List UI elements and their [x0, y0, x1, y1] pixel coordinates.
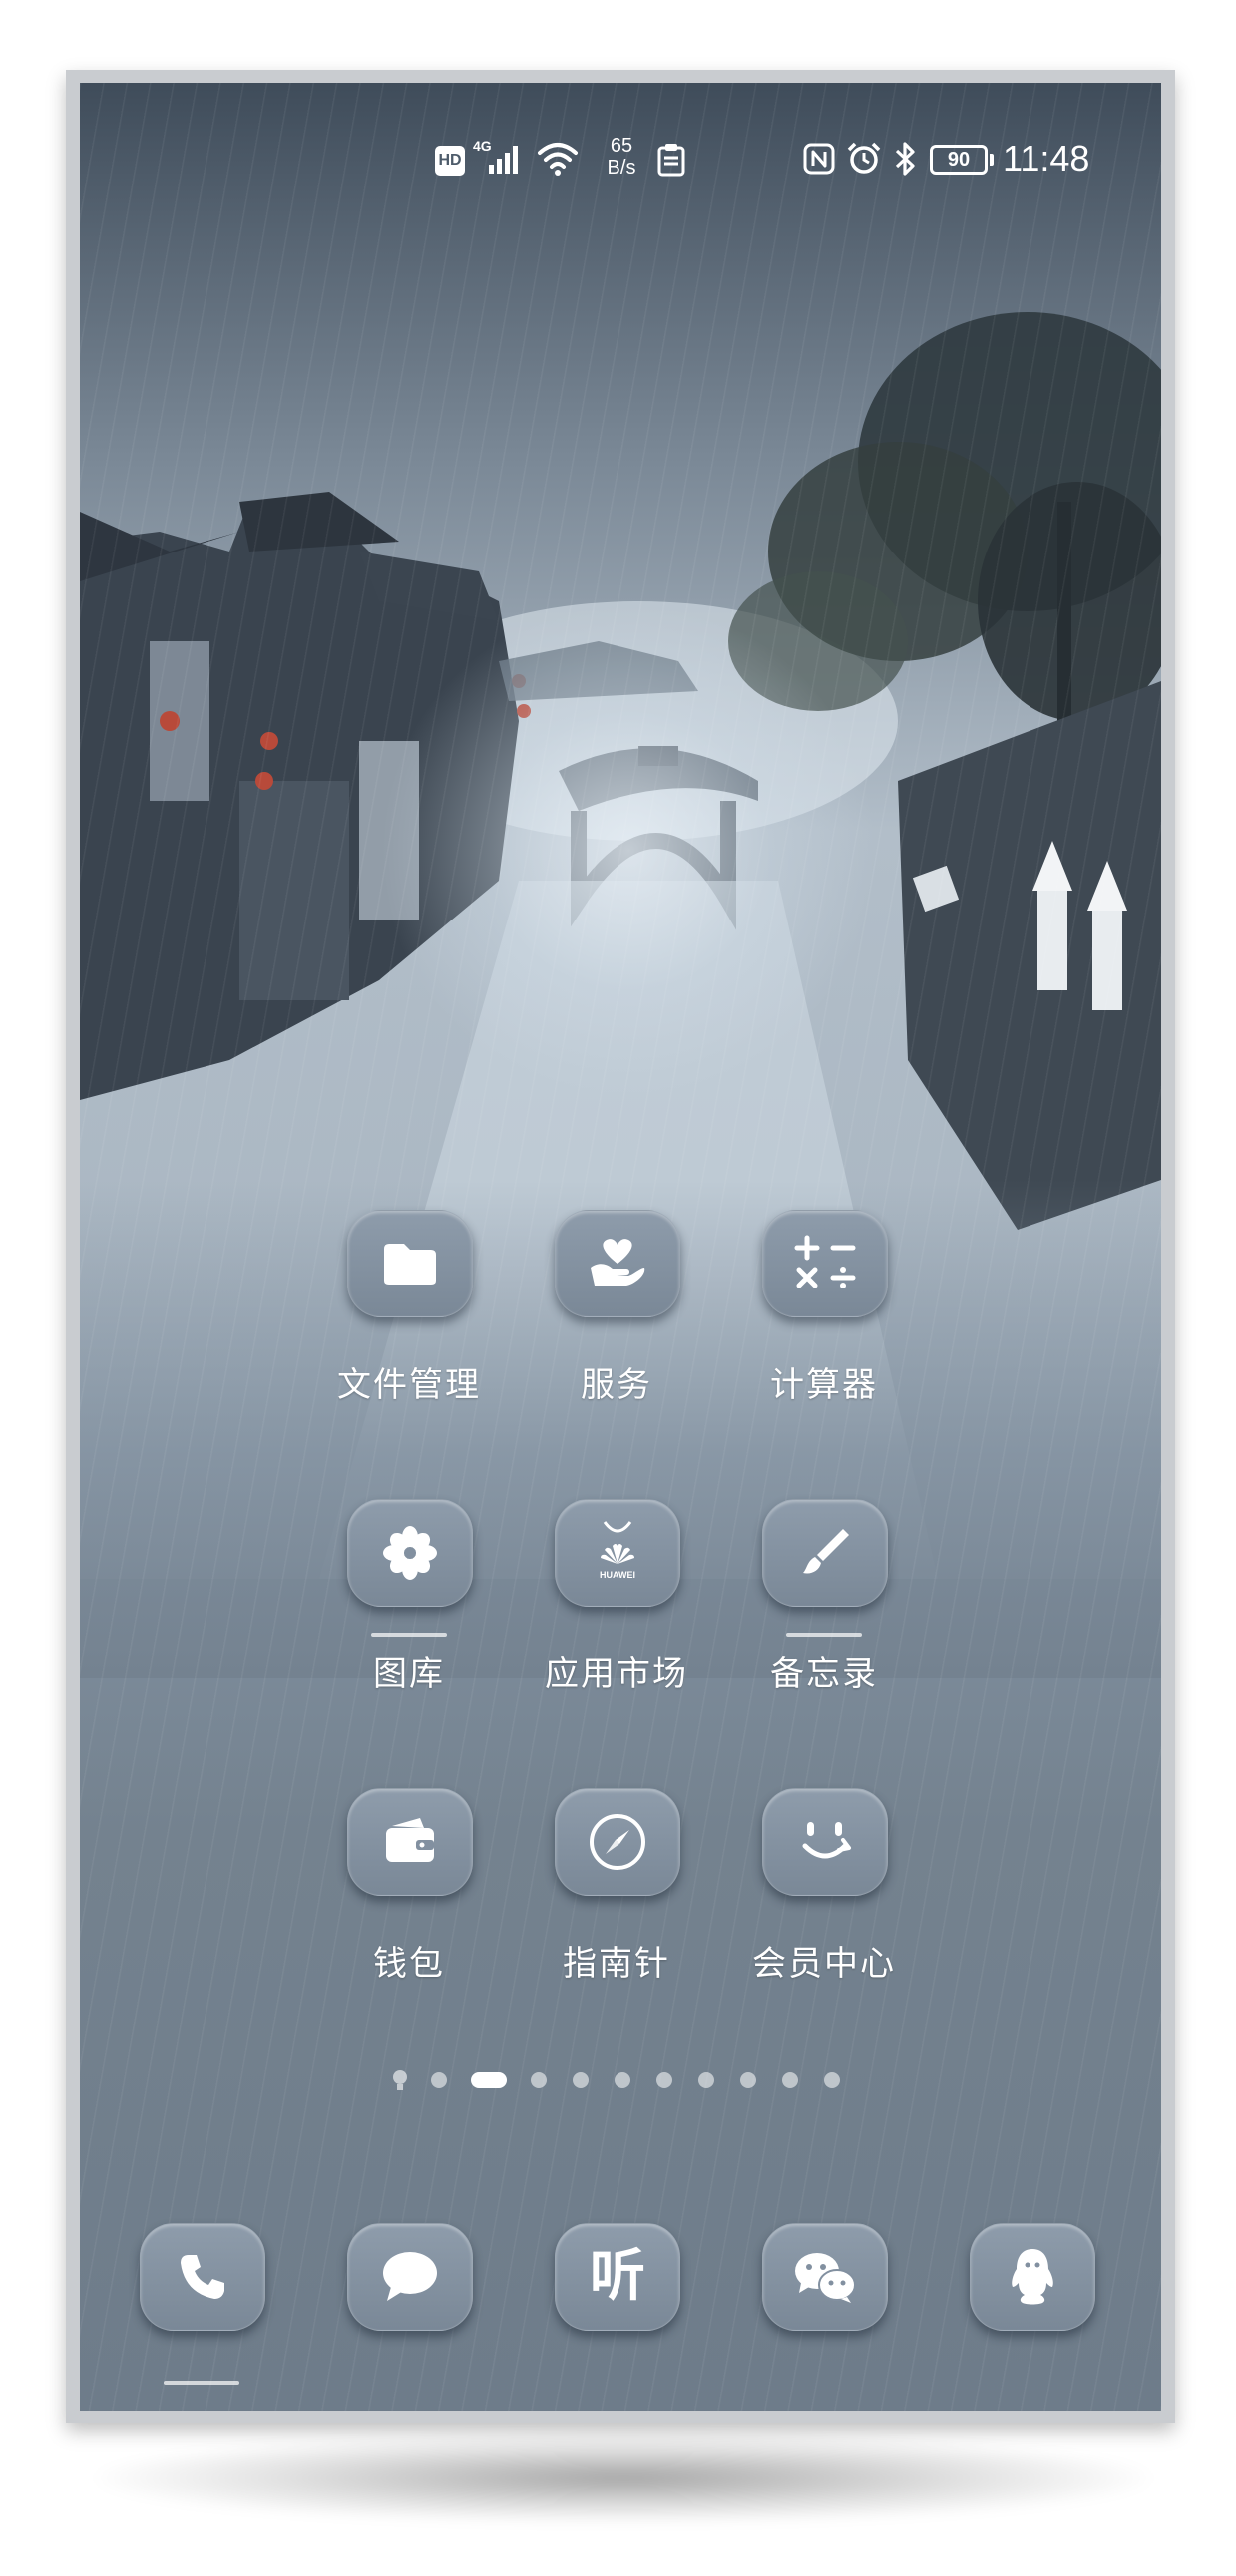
dock-phone-underline — [164, 2381, 239, 2385]
page-dot-active[interactable] — [471, 2072, 507, 2088]
app-file-manager-tile[interactable] — [347, 1210, 473, 1317]
qq-penguin-icon — [1012, 2249, 1053, 2305]
app-appgallery-tile[interactable]: HUAWEI — [555, 1499, 680, 1607]
app-label: 会员中心 — [752, 1944, 896, 1984]
dock-messages-tile[interactable] — [347, 2223, 473, 2331]
app-file-manager[interactable]: 文件管理 — [309, 1210, 509, 1439]
app-member-center-tile[interactable] — [762, 1788, 888, 1896]
page-dot[interactable] — [431, 2072, 447, 2088]
page-dot[interactable] — [740, 2072, 756, 2088]
page-dot[interactable] — [531, 2072, 547, 2088]
app-label: 钱包 — [373, 1944, 445, 1984]
heart-hand-icon — [591, 1239, 645, 1286]
dock-wechat-tile[interactable] — [762, 2223, 888, 2331]
status-bar: HD 4G 65 B/s 90 11:48 — [80, 83, 1161, 192]
dock-listen-tile[interactable]: 听 — [555, 2223, 680, 2331]
folder-icon — [384, 1244, 436, 1285]
hd-icon: HD — [435, 146, 465, 176]
dock-messages[interactable] — [347, 2223, 473, 2331]
frame-shadow — [95, 2433, 1152, 2523]
app-label: 计算器 — [770, 1365, 878, 1405]
flower-icon — [383, 1526, 437, 1580]
nfc-icon — [803, 143, 835, 175]
new-badge-bar — [786, 1633, 862, 1637]
app-calculator-tile[interactable] — [762, 1210, 888, 1317]
app-label: 应用市场 — [545, 1655, 688, 1694]
dock-phone-tile[interactable] — [140, 2223, 265, 2331]
app-service-tile[interactable] — [555, 1210, 680, 1317]
dock-phone[interactable] — [140, 2223, 265, 2331]
app-gallery[interactable]: 图库 — [309, 1499, 509, 1728]
page-indicator[interactable] — [80, 2066, 1161, 2096]
clock-time: 11:48 — [1003, 138, 1090, 179]
dock-qq[interactable] — [970, 2223, 1095, 2331]
app-wallet-tile[interactable] — [347, 1788, 473, 1896]
app-gallery-tile[interactable] — [347, 1499, 473, 1607]
page-dot[interactable] — [782, 2072, 798, 2088]
app-calculator[interactable]: 计算器 — [724, 1210, 924, 1439]
huawei-logo-text: HUAWEI — [600, 1570, 635, 1580]
page-dot[interactable] — [615, 2072, 630, 2088]
app-notepad-tile[interactable] — [762, 1499, 888, 1607]
signal-icon — [489, 146, 518, 174]
battery-tip — [990, 154, 994, 166]
page-dot[interactable] — [573, 2072, 589, 2088]
new-badge-bar — [371, 1633, 447, 1637]
clipboard-icon — [657, 144, 685, 177]
huawei-appgallery-icon: HUAWEI — [600, 1521, 635, 1580]
alarm-icon — [847, 142, 881, 174]
smile-icon — [802, 1822, 851, 1859]
dock-wechat[interactable] — [762, 2223, 888, 2331]
message-icon — [383, 2252, 437, 2301]
page-dot[interactable] — [698, 2072, 714, 2088]
app-member-center[interactable]: 会员中心 — [724, 1788, 924, 2018]
app-label: 指南针 — [563, 1944, 670, 1984]
app-service[interactable]: 服务 — [517, 1210, 716, 1439]
network-speed: 65 B/s — [597, 135, 646, 179]
app-label: 文件管理 — [337, 1365, 481, 1405]
lightbulb-icon[interactable] — [391, 2068, 409, 2094]
compass-icon — [590, 1814, 645, 1870]
calculator-icon — [794, 1235, 856, 1288]
battery-icon: 90 — [930, 145, 988, 175]
app-label: 图库 — [373, 1655, 445, 1694]
app-label: 服务 — [581, 1365, 652, 1405]
brush-icon — [803, 1529, 849, 1574]
dock-listen[interactable]: 听 — [555, 2223, 680, 2331]
app-compass-tile[interactable] — [555, 1788, 680, 1896]
app-label: 备忘录 — [770, 1655, 878, 1694]
page-dot[interactable] — [824, 2072, 840, 2088]
page-dot[interactable] — [656, 2072, 672, 2088]
app-notepad[interactable]: 备忘录 — [724, 1499, 924, 1728]
dock-qq-tile[interactable] — [970, 2223, 1095, 2331]
ting-icon: 听 — [590, 2244, 645, 2309]
app-appgallery[interactable]: HUAWEI 应用市场 — [517, 1499, 716, 1728]
app-wallet[interactable]: 钱包 — [309, 1788, 509, 2018]
bluetooth-icon — [895, 142, 915, 176]
network-speed-unit: B/s — [607, 157, 636, 179]
network-speed-value: 65 — [610, 135, 633, 157]
wechat-icon — [795, 2253, 856, 2303]
wallet-icon — [386, 1818, 434, 1862]
wifi-icon — [538, 143, 578, 176]
app-compass[interactable]: 指南针 — [517, 1788, 716, 2018]
phone-icon — [181, 2255, 224, 2299]
home-screen: HD 4G 65 B/s 90 11:48 文件管理 服务 计算器 图库 HUA… — [80, 83, 1161, 2411]
